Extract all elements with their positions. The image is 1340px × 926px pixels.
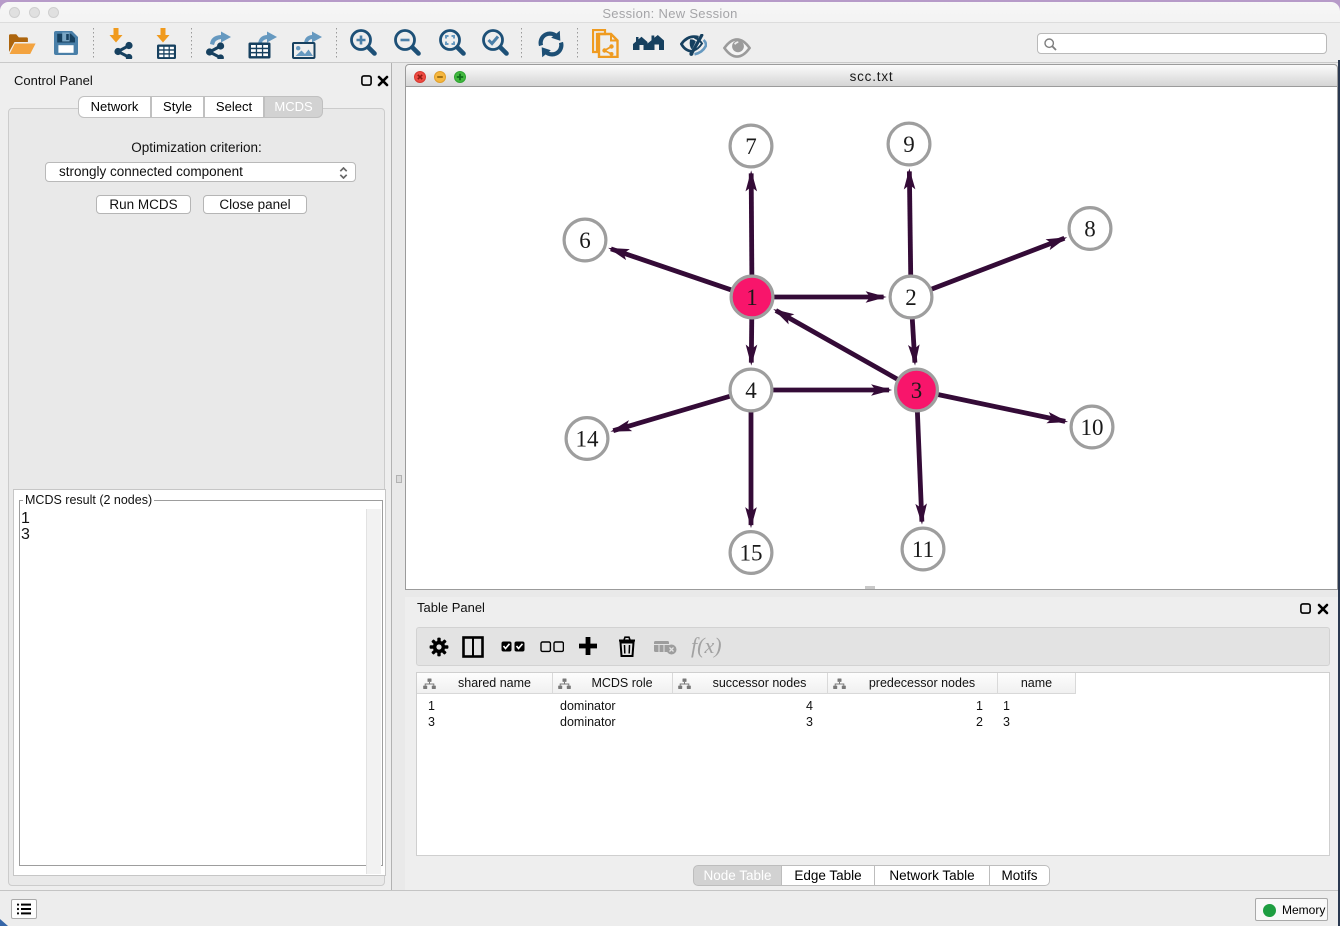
svg-text:9: 9: [903, 132, 915, 157]
svg-text:8: 8: [1084, 217, 1096, 242]
svg-text:1: 1: [746, 285, 758, 310]
svg-text:11: 11: [912, 537, 934, 562]
svg-text:4: 4: [745, 378, 757, 403]
svg-text:10: 10: [1081, 415, 1104, 440]
svg-text:3: 3: [911, 378, 923, 403]
svg-text:14: 14: [576, 427, 600, 452]
svg-text:6: 6: [579, 228, 591, 253]
svg-text:7: 7: [745, 134, 757, 159]
svg-text:15: 15: [740, 541, 763, 566]
svg-text:2: 2: [905, 285, 917, 310]
